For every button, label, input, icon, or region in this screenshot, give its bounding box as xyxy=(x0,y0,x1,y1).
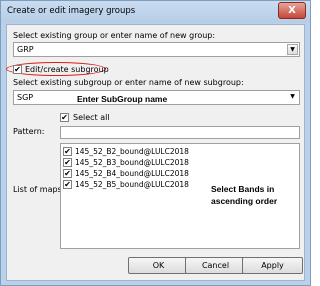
chevron-down-icon[interactable]: ▼ xyxy=(287,92,298,103)
map-checkbox[interactable]: ✔ xyxy=(63,168,72,178)
edit-subgroup-label: Edit/create subgroup xyxy=(25,65,109,74)
dialog-body: Select existing group or enter name of n… xyxy=(6,24,305,281)
close-button[interactable]: X xyxy=(278,2,306,19)
group-label: Select existing group or enter name of n… xyxy=(13,31,216,40)
map-checkbox[interactable]: ✔ xyxy=(63,146,72,156)
dialog-window: Create or edit imagery groups X Select e… xyxy=(0,0,311,286)
map-checkbox[interactable]: ✔ xyxy=(63,179,72,189)
check-icon: ✔ xyxy=(14,65,21,74)
edit-subgroup-checkbox[interactable]: ✔ xyxy=(13,65,22,74)
chevron-down-icon[interactable]: ▼ xyxy=(287,44,298,55)
list-item[interactable]: ✔ 145_52_B4_bound@LULC2018 xyxy=(63,168,189,179)
map-name: 145_52_B5_bound@LULC2018 xyxy=(75,179,189,189)
list-item[interactable]: ✔ 145_52_B5_bound@LULC2018 xyxy=(63,179,189,190)
group-combobox[interactable]: GRP ▼ xyxy=(13,42,300,57)
pattern-input[interactable] xyxy=(60,126,300,139)
select-all-checkbox[interactable]: ✔ xyxy=(60,113,69,122)
check-icon: ✔ xyxy=(64,157,71,167)
close-icon: X xyxy=(288,5,296,16)
map-name: 145_52_B3_bound@LULC2018 xyxy=(75,157,189,167)
check-icon: ✔ xyxy=(61,113,68,122)
check-icon: ✔ xyxy=(64,146,71,156)
window-title: Create or edit imagery groups xyxy=(7,6,136,16)
subgroup-label: Select existing subgroup or enter name o… xyxy=(13,78,244,87)
check-icon: ✔ xyxy=(64,179,71,189)
check-icon: ✔ xyxy=(64,168,71,178)
list-item[interactable]: ✔ 145_52_B3_bound@LULC2018 xyxy=(63,157,189,168)
subgroup-value: SGP xyxy=(17,93,34,102)
map-checkbox[interactable]: ✔ xyxy=(63,157,72,167)
maps-list[interactable]: ✔ 145_52_B2_bound@LULC2018 ✔ 145_52_B3_bou… xyxy=(60,143,300,249)
subgroup-annotation: Enter SubGroup name xyxy=(77,94,168,104)
ok-button[interactable]: OK xyxy=(128,257,189,274)
bands-annotation-line2: ascending order xyxy=(211,196,278,206)
map-name: 145_52_B2_bound@LULC2018 xyxy=(75,146,189,156)
bands-annotation-line1: Select Bands in xyxy=(211,184,275,194)
title-bar[interactable]: Create or edit imagery groups X xyxy=(1,1,310,23)
group-value: GRP xyxy=(17,45,34,54)
map-name: 145_52_B4_bound@LULC2018 xyxy=(75,168,189,178)
list-item[interactable]: ✔ 145_52_B2_bound@LULC2018 xyxy=(63,146,189,157)
cancel-button[interactable]: Cancel xyxy=(185,257,246,274)
maps-label: List of maps: xyxy=(13,185,65,194)
select-all-label: Select all xyxy=(73,113,110,122)
pattern-label: Pattern: xyxy=(13,127,45,136)
apply-button[interactable]: Apply xyxy=(242,257,303,274)
